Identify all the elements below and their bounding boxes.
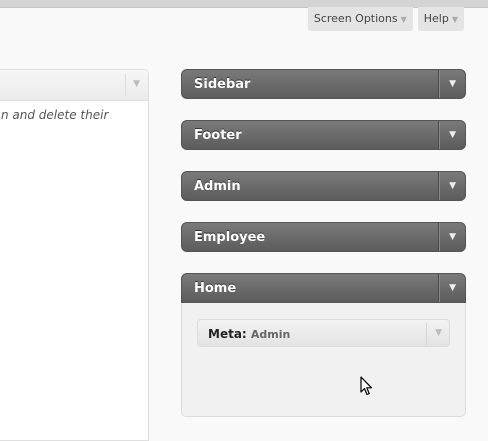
screen-options-label: Screen Options	[313, 12, 398, 25]
widget-area-title: Footer	[194, 128, 242, 143]
meta-widget-divider	[426, 323, 427, 345]
chevron-down-icon[interactable]: ▼	[449, 232, 456, 242]
chevron-down-icon[interactable]: ▼	[133, 79, 140, 89]
widget-area-title: Admin	[194, 179, 241, 194]
meta-widget[interactable]: Meta: Admin ▼	[197, 319, 450, 347]
widget-area-footer[interactable]: Footer ▼	[181, 120, 466, 150]
widget-area-divider	[438, 70, 439, 98]
chevron-down-icon[interactable]: ▼	[449, 130, 456, 140]
help-label: Help	[423, 12, 449, 25]
widget-area-divider	[438, 172, 439, 200]
meta-widget-subtitle: Admin	[250, 328, 291, 341]
header-divider	[125, 74, 126, 96]
widget-area-sidebar[interactable]: Sidebar ▼	[181, 69, 466, 99]
chevron-down-icon[interactable]: ▼	[449, 79, 456, 89]
widget-area-divider	[438, 223, 439, 251]
widget-area-title: Home	[194, 281, 237, 296]
widget-area-employee[interactable]: Employee ▼	[181, 222, 466, 252]
meta-widget-title: Meta: Admin	[208, 327, 290, 341]
widget-area-admin[interactable]: Admin ▼	[181, 171, 466, 201]
meta-widget-separator: :	[241, 327, 251, 341]
chevron-down-icon[interactable]: ▼	[449, 283, 456, 293]
help-button[interactable]: Help ▼	[417, 7, 464, 31]
chevron-down-icon: ▼	[451, 15, 458, 24]
screen-options-button[interactable]: Screen Options ▼	[307, 7, 413, 31]
widget-area-title: Employee	[194, 230, 266, 245]
widget-area-title: Sidebar	[194, 77, 251, 92]
widget-area-home-body: Meta: Admin ▼	[181, 303, 466, 417]
chevron-down-icon[interactable]: ▼	[449, 181, 456, 191]
available-widgets-description: n and delete their	[1, 108, 109, 122]
widget-area-divider	[438, 274, 439, 302]
meta-widget-name: Meta	[208, 327, 242, 341]
available-widgets-header[interactable]: ▼	[0, 70, 148, 101]
widget-area-home[interactable]: Home ▼	[181, 273, 466, 303]
chevron-down-icon[interactable]: ▼	[435, 328, 442, 338]
available-widgets-panel: ▼ n and delete their	[0, 69, 149, 441]
widget-area-divider	[438, 121, 439, 149]
mouse-cursor-icon	[360, 376, 373, 396]
chevron-down-icon: ▼	[400, 15, 407, 24]
screen-meta-links: Screen Options ▼ Help ▼	[307, 7, 464, 31]
